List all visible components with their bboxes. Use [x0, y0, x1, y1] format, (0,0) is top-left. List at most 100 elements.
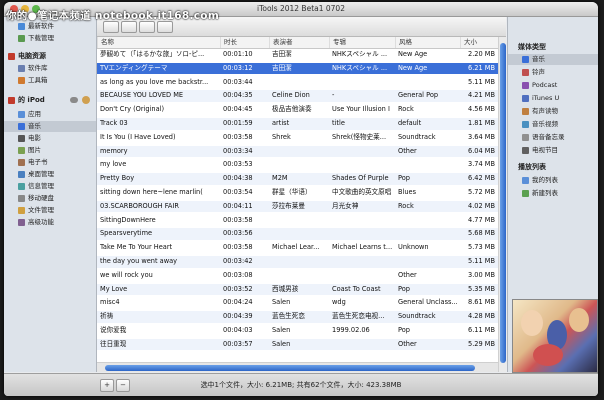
sidebar-item-label: 的 iPod: [18, 96, 45, 104]
left-sidebar: 最新软件 下载管理 电脑资源 软件库 工具箱的 iPod 应用 音乐 电影 图片 电子书 桌面管理信…: [4, 17, 97, 372]
sidebar-item-2[interactable]: 电脑资源: [4, 51, 96, 62]
playlist-item-0[interactable]: 我的列表: [508, 175, 598, 186]
table-cell: 6.21 MB: [468, 63, 495, 72]
table-cell: Pop: [398, 284, 410, 293]
music-note-icon: [522, 56, 529, 63]
table-row[interactable]: It Is You (I Have Loved) 00:03:58 Shrek Shr…: [97, 132, 498, 144]
device-eject-icon[interactable]: [82, 96, 90, 104]
table-row[interactable]: Track 03 00:01:59 artist title default 1.81 M…: [97, 118, 498, 130]
right-panel: 媒体类型音乐铃声 Podcast iTunes U 有声读物音乐视频语音备忘录电视节目…: [507, 17, 598, 373]
device-sync-icon[interactable]: [70, 97, 78, 103]
playlist-header: 播放列表: [508, 162, 598, 173]
vertical-scrollbar[interactable]: [498, 37, 506, 372]
table-row[interactable]: as long as you love me backstr... 00:03:4…: [97, 77, 498, 89]
sidebar-item-5[interactable]: 的 iPod: [4, 95, 96, 106]
sidebar-item-12[interactable]: 信息管理: [4, 181, 96, 192]
column-header-5[interactable]: 大小: [460, 37, 498, 48]
sidebar-item-13[interactable]: 移动硬盘: [4, 193, 96, 204]
table-cell: Other: [398, 339, 417, 348]
media-type-item-4[interactable]: 有声读物: [508, 106, 598, 117]
sidebar-item-6[interactable]: 应用: [4, 109, 96, 120]
media-type-item-7[interactable]: 电视节目: [508, 145, 598, 156]
sidebar-item-4[interactable]: 工具箱: [4, 75, 96, 86]
horizontal-scroll-thumb[interactable]: [105, 365, 475, 371]
music-list-pane: 名称 时长 表演者 专辑 风格 大小 夢観めて（「はるかな旅」ソロ-ピ... 00:01:1…: [97, 17, 506, 372]
table-row[interactable]: 往日重现 00:03:57 Salen Other 5.29 MB: [97, 338, 498, 351]
table-row[interactable]: Pretty Boy 00:04:38 M2M Shades Of Purple Pop…: [97, 173, 498, 185]
column-header-0[interactable]: 名称: [97, 37, 220, 48]
media-type-item-0[interactable]: 音乐: [508, 54, 598, 65]
table-row[interactable]: 说你爱我 00:04:03 Salen 1999.02.06 Pop 6.11 MB: [97, 325, 498, 337]
media-type-header: 媒体类型: [508, 42, 598, 53]
table-row[interactable]: My Love 00:03:52 西城男孩 Coast To Coast Pop 5.35…: [97, 283, 498, 296]
horizontal-scrollbar[interactable]: [97, 362, 498, 372]
table-cell: [269, 228, 329, 240]
sidebar-item-15[interactable]: 高级功能: [4, 217, 96, 228]
media-type-item-1[interactable]: 铃声: [508, 67, 598, 78]
table-row[interactable]: we will rock you 00:03:08 Other 3.00 MB: [97, 270, 498, 282]
watermark-text: 你的●笔记本频道 notebook.it168.com: [6, 10, 220, 22]
table-row[interactable]: my love 00:03:53 3.74 MB: [97, 159, 498, 171]
sidebar-item-14[interactable]: 文件管理: [4, 205, 96, 216]
table-cell: Shades Of Purple: [332, 174, 389, 183]
table-row[interactable]: Take Me To Your Heart 00:03:58 Michael Lea…: [97, 242, 498, 254]
sidebar-item-1[interactable]: 下载管理: [4, 33, 96, 44]
sidebar-item-label: 应用: [28, 110, 41, 118]
table-cell: Salen: [272, 326, 291, 334]
table-cell: Pop: [398, 326, 410, 334]
table-cell: 3.74 MB: [468, 160, 495, 169]
column-header-1[interactable]: 时长: [220, 37, 269, 48]
table-cell: 6.11 MB: [468, 326, 495, 334]
column-header-3[interactable]: 专辑: [329, 37, 395, 48]
table-cell: 4.77 MB: [468, 215, 495, 224]
status-summary: 选中1个文件，大小: 6.21MB; 共有62个文件，大小: 423.38MB: [200, 381, 402, 389]
media-type-item-3[interactable]: iTunes U: [508, 93, 598, 104]
table-cell: 00:01:59: [223, 119, 253, 127]
sidebar-item-label: 桌面管理: [28, 170, 54, 178]
table-cell: my love: [100, 160, 127, 169]
table-cell: [395, 77, 460, 89]
column-header-2[interactable]: 表演者: [269, 37, 329, 48]
column-header-4[interactable]: 风格: [395, 37, 460, 48]
table-cell: 5.68 MB: [468, 229, 495, 238]
table-cell: [329, 270, 395, 282]
table-cell: Other: [398, 146, 417, 155]
table-cell: 00:04:24: [223, 298, 253, 307]
right-panel-label: 媒体类型: [518, 43, 546, 51]
sidebar-item-10[interactable]: 电子书: [4, 157, 96, 168]
sidebar-item-7[interactable]: 音乐: [4, 121, 96, 132]
table-row[interactable]: Don't Cry (Original) 00:04:45 极品吉他演奏 Use Yo…: [97, 104, 498, 116]
table-cell: [269, 256, 329, 268]
vertical-scroll-thumb[interactable]: [500, 43, 506, 363]
table-row[interactable]: misc4 00:04:24 Salen wdg General Unclass... 8…: [97, 297, 498, 309]
playlist-item-1[interactable]: 新建列表: [508, 188, 598, 199]
table-cell: Soundtrack: [398, 312, 436, 321]
table-cell: 5.73 MB: [468, 243, 495, 252]
sidebar-item-8[interactable]: 电影: [4, 133, 96, 144]
table-row[interactable]: BECAUSE YOU LOVED ME 00:04:35 Celine Dion -…: [97, 90, 498, 102]
media-type-item-2[interactable]: Podcast: [508, 80, 598, 91]
sidebar-item-11[interactable]: 桌面管理: [4, 169, 96, 180]
table-cell: 4.21 MB: [468, 91, 495, 100]
media-type-item-5[interactable]: 音乐视频: [508, 119, 598, 130]
playlist-icon: [522, 177, 529, 184]
table-row[interactable]: sitting down here~lene marlin(00:03:54 群星…: [97, 187, 498, 199]
table-row[interactable]: TVエンディングテーマ 00:03:12 吉田潔 NHKスペシャル ... New Ag…: [97, 62, 498, 75]
info-icon: [18, 183, 25, 190]
media-type-item-6[interactable]: 语音备忘录: [508, 132, 598, 143]
table-cell: -: [332, 91, 335, 100]
table-row[interactable]: the day you went away 00:03:42 5.11 MB: [97, 256, 498, 268]
table-cell: 00:03:52: [223, 284, 253, 293]
table-row[interactable]: 祈祷 00:04:39 蓝色生死恋 蓝色生死恋电视... Soundtrack 4.28 …: [97, 311, 498, 323]
new-software-icon: [18, 23, 25, 30]
sidebar-item-9[interactable]: 图片: [4, 145, 96, 156]
table-row[interactable]: 夢観めて（「はるかな旅」ソロ-ピ... 00:01:10 吉田潔 NHKスペシャル .…: [97, 49, 498, 61]
table-row[interactable]: 03.SCARBOROUGH FAIR 00:04:11 莎拉布莱曼 月光女神 Rock…: [97, 200, 498, 213]
table-row[interactable]: memory 00:03:34 Other 6.04 MB: [97, 145, 498, 158]
table-row[interactable]: Spearsverytime 00:03:56 5.68 MB: [97, 228, 498, 240]
sidebar-item-3[interactable]: 软件库: [4, 63, 96, 74]
table-row[interactable]: SittingDownHere 00:03:58 4.77 MB: [97, 215, 498, 227]
status-bar: + − 选中1个文件，大小: 6.21MB; 共有62个文件，大小: 423.3…: [4, 373, 598, 396]
table-cell: 00:03:57: [223, 339, 253, 348]
table-cell: 00:03:08: [223, 270, 253, 279]
